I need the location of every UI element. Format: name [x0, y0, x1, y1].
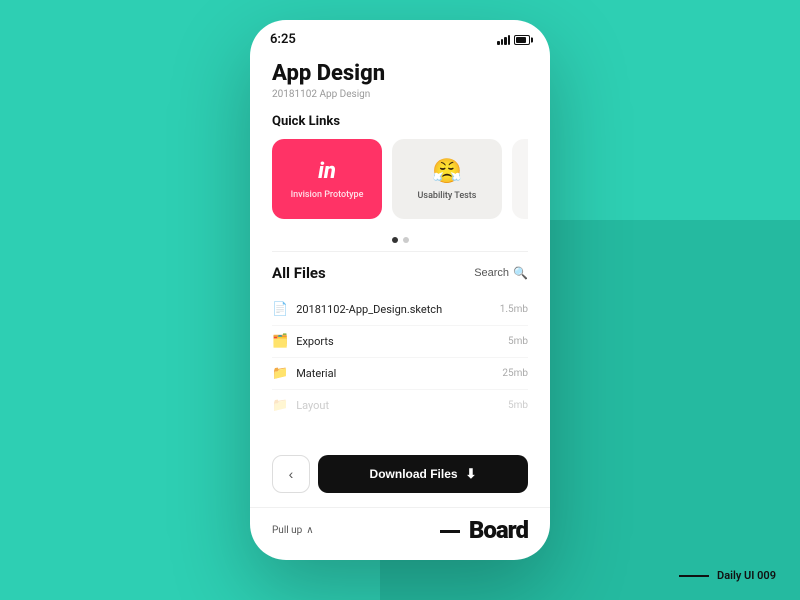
file-icon: 📄: [272, 302, 288, 317]
back-button[interactable]: ‹: [272, 455, 310, 493]
files-section: All Files Search 🔍 📄 20181102-App_Design…: [250, 252, 550, 445]
download-icon: ⬇: [466, 466, 477, 482]
app-title: App Design: [272, 61, 528, 87]
folder-icon: 📁: [272, 366, 288, 381]
dot-1: [392, 237, 398, 243]
battery-icon: [514, 35, 530, 45]
files-title: All Files: [272, 264, 326, 282]
download-button[interactable]: Download Files ⬇: [318, 455, 528, 493]
file-name: Layout: [296, 399, 329, 412]
file-size: 5mb: [508, 336, 528, 347]
phone-mockup: 6:25 App Design 20181102 App Design: [250, 20, 550, 560]
file-list: 📄 20181102-App_Design.sketch 1.5mb 🗂️ Ex…: [272, 294, 528, 421]
daily-ui-text: Daily UI 009: [717, 569, 776, 582]
file-size: 1.5mb: [500, 304, 528, 315]
file-item[interactable]: 🗂️ Exports 5mb: [272, 326, 528, 358]
pull-up-label: Pull up: [272, 525, 302, 536]
dot-2: [403, 237, 409, 243]
file-left: 🗂️ Exports: [272, 334, 334, 349]
file-item[interactable]: 📄 20181102-App_Design.sketch 1.5mb: [272, 294, 528, 326]
back-icon: ‹: [289, 466, 294, 482]
content-area: App Design 20181102 App Design Quick Lin…: [250, 53, 550, 560]
invision-label: Invision Prototype: [291, 190, 364, 200]
search-label: Search: [474, 267, 509, 279]
file-name: Exports: [296, 335, 333, 348]
header-section: App Design 20181102 App Design: [250, 53, 550, 114]
file-size: 25mb: [502, 368, 528, 379]
download-label: Download Files: [370, 467, 458, 481]
signal-icon: [497, 35, 510, 45]
board-dash: [440, 530, 460, 533]
file-item[interactable]: 📁 Material 25mb: [272, 358, 528, 390]
board-text: Board: [469, 516, 528, 544]
app-subtitle: 20181102 App Design: [272, 89, 528, 100]
quick-link-usability[interactable]: 😤 Usability Tests: [392, 139, 502, 219]
file-left: 📁 Layout: [272, 398, 329, 413]
file-item[interactable]: 📁 Layout 5mb: [272, 390, 528, 421]
file-left: 📁 Material: [272, 366, 336, 381]
file-size: 5mb: [508, 400, 528, 411]
quick-link-invision[interactable]: in Invision Prototype: [272, 139, 382, 219]
daily-ui-line: [679, 575, 709, 577]
status-icons: [497, 35, 530, 45]
folder-icon: 📁: [272, 398, 288, 413]
invision-logo: in: [318, 159, 336, 184]
bottom-bar: Pull up ∧ Board: [250, 507, 550, 560]
quick-links-label: Quick Links: [272, 114, 528, 129]
pull-up-button[interactable]: Pull up ∧: [272, 525, 314, 536]
file-name: Material: [296, 367, 336, 380]
bottom-actions: ‹ Download Files ⬇: [250, 445, 550, 507]
status-bar: 6:25: [250, 20, 550, 53]
daily-ui-badge: Daily UI 009: [679, 569, 776, 582]
usability-emoji: 😤: [432, 157, 462, 185]
pagination-dots: [250, 229, 550, 251]
quick-links-row: in Invision Prototype 😤 Usability Tests …: [272, 139, 528, 219]
folder-icon: 🗂️: [272, 334, 288, 349]
quick-links-section: Quick Links in Invision Prototype 😤 Usab…: [250, 114, 550, 229]
usability-label: Usability Tests: [418, 191, 477, 201]
files-header: All Files Search 🔍: [272, 264, 528, 282]
quick-link-third[interactable]: U: [512, 139, 528, 219]
phone-wrapper: 6:25 App Design 20181102 App Design: [250, 20, 550, 560]
search-button[interactable]: Search 🔍: [474, 266, 528, 280]
status-time: 6:25: [270, 32, 296, 47]
file-name: 20181102-App_Design.sketch: [296, 303, 442, 316]
pull-up-icon: ∧: [306, 525, 313, 536]
search-icon: 🔍: [513, 266, 528, 280]
file-left: 📄 20181102-App_Design.sketch: [272, 302, 442, 317]
board-label: Board: [440, 516, 528, 544]
